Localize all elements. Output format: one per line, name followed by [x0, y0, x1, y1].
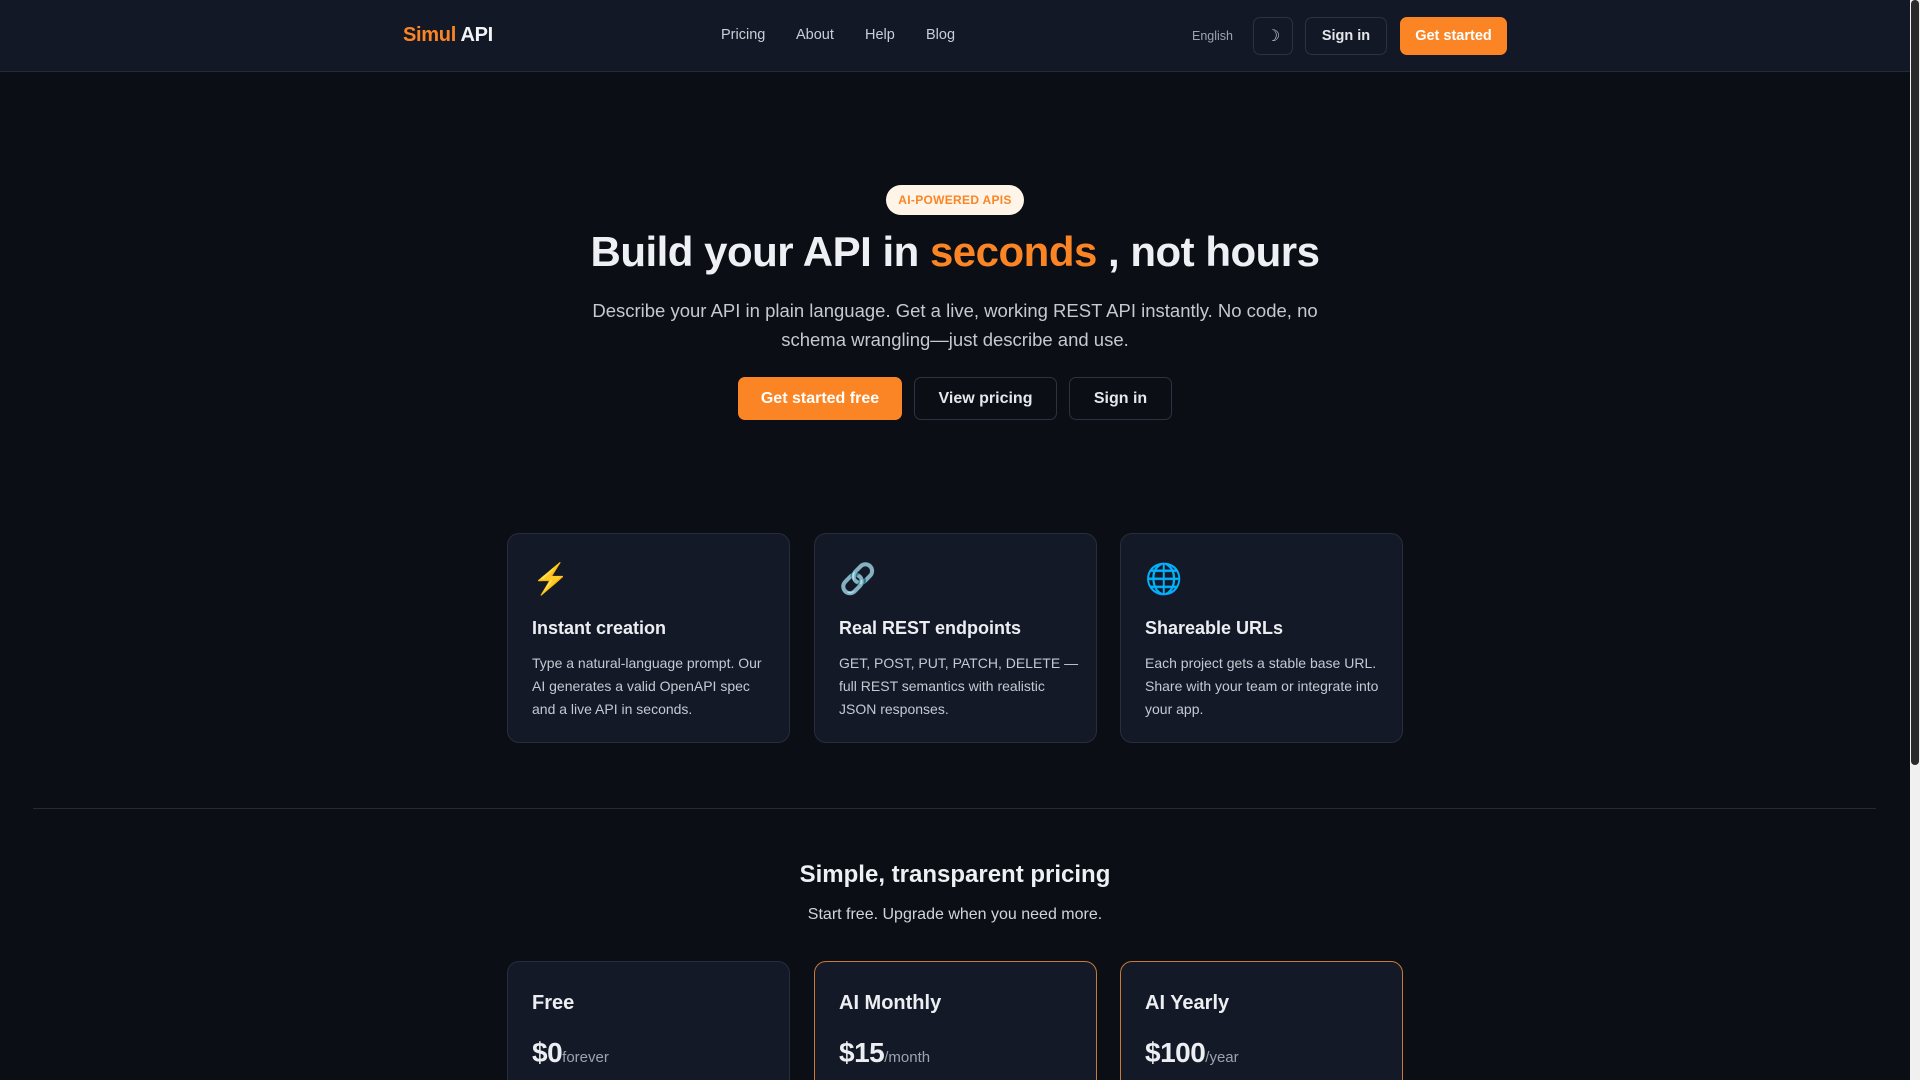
price-period: /year [1205, 1049, 1239, 1066]
plan-name: AI Yearly [1145, 992, 1230, 1014]
hero-title: Build your API in seconds , not hours [0, 228, 1910, 276]
lightning-icon: ⚡ [532, 563, 570, 596]
pricing-title: Simple, transparent pricing [799, 861, 1111, 888]
plan-price: $0forever [532, 1037, 609, 1069]
price-amount: $100 [1145, 1037, 1206, 1068]
title-highlight: seconds [929, 228, 1097, 275]
hero-subtitle: Describe your API in plain language. Get… [592, 300, 1318, 350]
language-selector[interactable]: English [1192, 29, 1233, 43]
feature-desc: Each project gets a stable base URL. Sha… [1145, 655, 1379, 717]
nav-help[interactable]: Help [865, 27, 895, 43]
pricing-subtitle: Start free. Upgrade when you need more. [807, 906, 1103, 923]
feature-card: 🌐 Shareable URLs Each project gets a sta… [1120, 533, 1403, 743]
nav-pricing[interactable]: Pricing [721, 27, 765, 43]
price-period: /month [884, 1049, 931, 1066]
feature-desc: GET, POST, PUT, PATCH, DELETE —full REST… [839, 655, 1079, 717]
plan-price: $100/year [1145, 1037, 1239, 1069]
price-amount: $0 [532, 1037, 563, 1068]
feature-card: 🔗 Real REST endpoints GET, POST, PUT, PA… [814, 533, 1097, 743]
get-started-free-button[interactable]: Get started free [738, 377, 902, 420]
view-pricing-button[interactable]: View pricing [914, 377, 1057, 420]
scrollbar-thumb[interactable] [1911, 0, 1919, 765]
feature-card: ⚡ Instant creation Type a natural-langua… [507, 533, 790, 743]
plan-name: AI Monthly [839, 992, 942, 1014]
plan-card-free: Free $0forever [507, 961, 790, 1080]
nav-about[interactable]: About [796, 27, 834, 43]
section-divider [33, 808, 1876, 809]
logo-simul: Simul [403, 24, 456, 46]
feature-desc: Type a natural-language prompt. Our AI g… [532, 655, 762, 717]
plan-price: $15/month [839, 1037, 930, 1069]
price-amount: $15 [839, 1037, 885, 1068]
feature-title: Shareable URLs [1145, 618, 1284, 638]
price-period: forever [562, 1049, 609, 1066]
hero-badge: AI-POWERED APIS [886, 185, 1024, 215]
feature-title: Instant creation [532, 618, 667, 638]
globe-icon: 🌐 [1145, 563, 1183, 596]
nav-blog[interactable]: Blog [926, 27, 955, 43]
theme-toggle-moon-icon[interactable]: ☽ [1253, 17, 1293, 55]
logo-api: API [460, 24, 493, 46]
plan-card-yearly: AI Yearly $100/year [1120, 961, 1403, 1080]
plan-card-monthly: AI Monthly $15/month [814, 961, 1097, 1080]
header-get-started-button[interactable]: Get started [1400, 17, 1507, 55]
title-pre: Build your API in [590, 228, 919, 275]
hero-sign-in-button[interactable]: Sign in [1069, 377, 1172, 420]
top-nav: Simul API Pricing About Help Blog Englis… [0, 0, 1910, 72]
logo[interactable]: Simul API [403, 24, 493, 47]
link-icon: 🔗 [839, 563, 877, 596]
header-sign-in-button[interactable]: Sign in [1305, 17, 1387, 55]
plan-name: Free [532, 992, 575, 1014]
feature-title: Real REST endpoints [839, 618, 1022, 638]
page: Simul API Pricing About Help Blog Englis… [0, 0, 1910, 1080]
title-post: , not hours [1108, 228, 1320, 275]
